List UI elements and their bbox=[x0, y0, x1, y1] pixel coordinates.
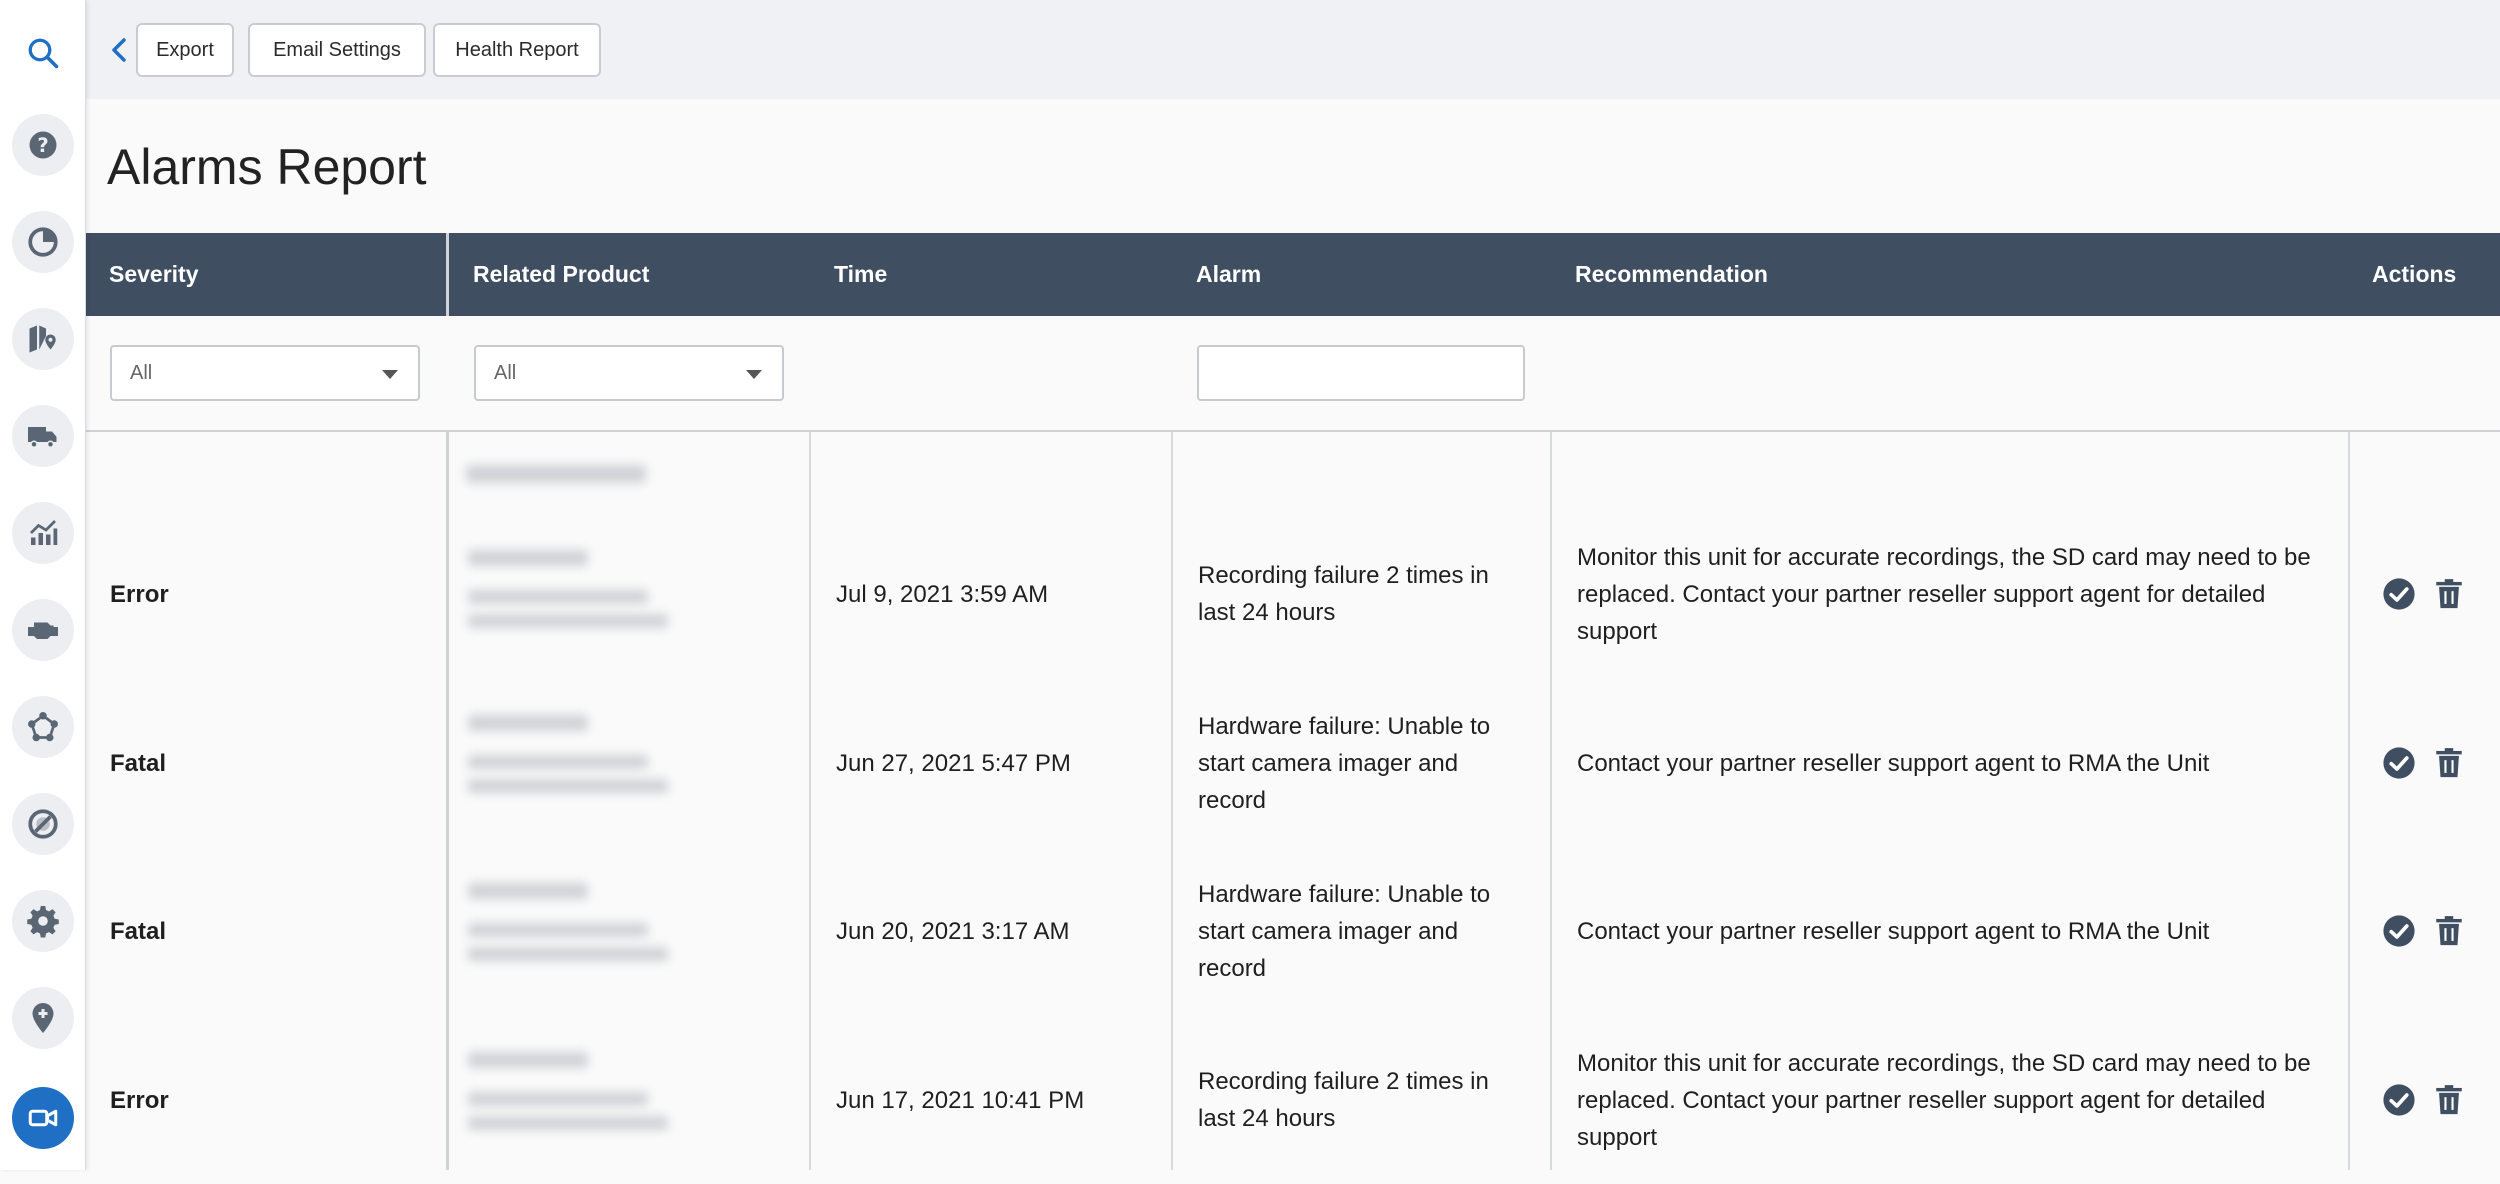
network-icon[interactable] bbox=[12, 696, 74, 758]
alarm-cell: Hardware failure: Unable to start camera… bbox=[1198, 712, 1491, 814]
filter-row: All All bbox=[86, 316, 2500, 432]
severity-cell: Error bbox=[110, 1086, 169, 1114]
analytics-chart-icon[interactable] bbox=[12, 502, 74, 564]
time-cell: Jun 20, 2021 3:17 AM bbox=[836, 917, 1070, 945]
check-circle-icon[interactable] bbox=[2382, 914, 2416, 948]
alarm-cell: Hardware failure: Unable to start camera… bbox=[1198, 880, 1491, 982]
check-circle-icon[interactable] bbox=[2382, 577, 2416, 611]
severity-filter-value: All bbox=[130, 361, 153, 384]
column-header-severity[interactable]: Severity bbox=[109, 233, 199, 316]
sidebar: ? bbox=[0, 0, 86, 1170]
blocked-icon[interactable] bbox=[12, 793, 74, 855]
related-product-redacted bbox=[468, 614, 668, 628]
related-product-redacted bbox=[468, 590, 648, 604]
column-header-alarm[interactable]: Alarm bbox=[1196, 233, 1261, 316]
export-button[interactable]: Export bbox=[136, 23, 234, 77]
column-header-recommendation[interactable]: Recommendation bbox=[1575, 233, 1768, 316]
related-product-redacted bbox=[466, 465, 646, 483]
health-report-button[interactable]: Health Report bbox=[433, 23, 601, 77]
video-camera-icon[interactable] bbox=[12, 1087, 74, 1149]
recommendation-cell: Monitor this unit for accurate recording… bbox=[1577, 1049, 2311, 1151]
table-row: Error Jul 9, 2021 3:59 AM Recording fail… bbox=[86, 510, 2500, 678]
related-product-filter-value: All bbox=[494, 361, 517, 384]
recommendation-cell: Monitor this unit for accurate recording… bbox=[1577, 543, 2311, 645]
location-add-icon[interactable] bbox=[12, 987, 74, 1049]
trash-icon[interactable] bbox=[2432, 1083, 2466, 1117]
svg-text:?: ? bbox=[37, 134, 48, 157]
time-cell: Jul 9, 2021 3:59 AM bbox=[836, 580, 1049, 608]
severity-filter-select[interactable]: All bbox=[110, 345, 420, 401]
related-product-redacted bbox=[468, 947, 668, 961]
top-toolbar: Export Email Settings Health Report bbox=[86, 0, 2500, 99]
check-circle-icon[interactable] bbox=[2382, 1083, 2416, 1117]
related-product-filter-select[interactable]: All bbox=[474, 345, 784, 401]
search-icon[interactable] bbox=[12, 22, 74, 84]
table-row: Error Jun 17, 2021 10:41 PM Recording fa… bbox=[86, 1016, 2500, 1184]
severity-cell: Fatal bbox=[110, 749, 167, 777]
help-icon[interactable]: ? bbox=[12, 114, 74, 176]
column-header-time[interactable]: Time bbox=[834, 233, 887, 316]
gear-icon[interactable] bbox=[12, 890, 74, 952]
caret-down-icon bbox=[746, 370, 762, 379]
related-product-redacted bbox=[468, 883, 588, 899]
recommendation-cell: Contact your partner reseller support ag… bbox=[1577, 749, 2210, 777]
map-pin-icon[interactable] bbox=[12, 308, 74, 370]
email-settings-button[interactable]: Email Settings bbox=[248, 23, 426, 77]
time-cell: Jun 17, 2021 10:41 PM bbox=[836, 1086, 1085, 1114]
alarm-cell: Recording failure 2 times in last 24 hou… bbox=[1198, 562, 1489, 626]
table-row: Fatal Jun 20, 2021 3:17 AM Hardware fail… bbox=[86, 847, 2500, 1015]
related-product-redacted bbox=[468, 1092, 648, 1106]
alarm-filter-input[interactable] bbox=[1197, 345, 1525, 401]
page-title: Alarms Report bbox=[107, 139, 427, 195]
column-header-actions: Actions bbox=[2372, 261, 2457, 287]
back-chevron-icon[interactable] bbox=[104, 32, 134, 68]
related-product-redacted bbox=[468, 755, 648, 769]
trash-icon[interactable] bbox=[2432, 577, 2466, 611]
caret-down-icon bbox=[382, 370, 398, 379]
related-product-redacted bbox=[468, 923, 648, 937]
alarm-cell: Recording failure 2 times in last 24 hou… bbox=[1198, 1068, 1489, 1132]
time-cell: Jun 27, 2021 5:47 PM bbox=[836, 749, 1071, 777]
related-product-redacted bbox=[468, 1052, 588, 1068]
related-product-redacted bbox=[468, 550, 588, 566]
related-product-redacted bbox=[468, 1116, 668, 1130]
pie-chart-icon[interactable] bbox=[12, 211, 74, 273]
column-header-related-product[interactable]: Related Product bbox=[473, 233, 649, 316]
related-product-redacted bbox=[468, 779, 668, 793]
table-row: Fatal Jun 27, 2021 5:47 PM Hardware fail… bbox=[86, 679, 2500, 847]
check-circle-icon[interactable] bbox=[2382, 746, 2416, 780]
engine-icon[interactable] bbox=[12, 599, 74, 661]
severity-cell: Error bbox=[110, 580, 169, 608]
truck-icon[interactable] bbox=[12, 405, 74, 467]
severity-cell: Fatal bbox=[110, 917, 167, 945]
related-product-redacted bbox=[468, 715, 588, 731]
trash-icon[interactable] bbox=[2432, 914, 2466, 948]
trash-icon[interactable] bbox=[2432, 746, 2466, 780]
recommendation-cell: Contact your partner reseller support ag… bbox=[1577, 917, 2210, 945]
